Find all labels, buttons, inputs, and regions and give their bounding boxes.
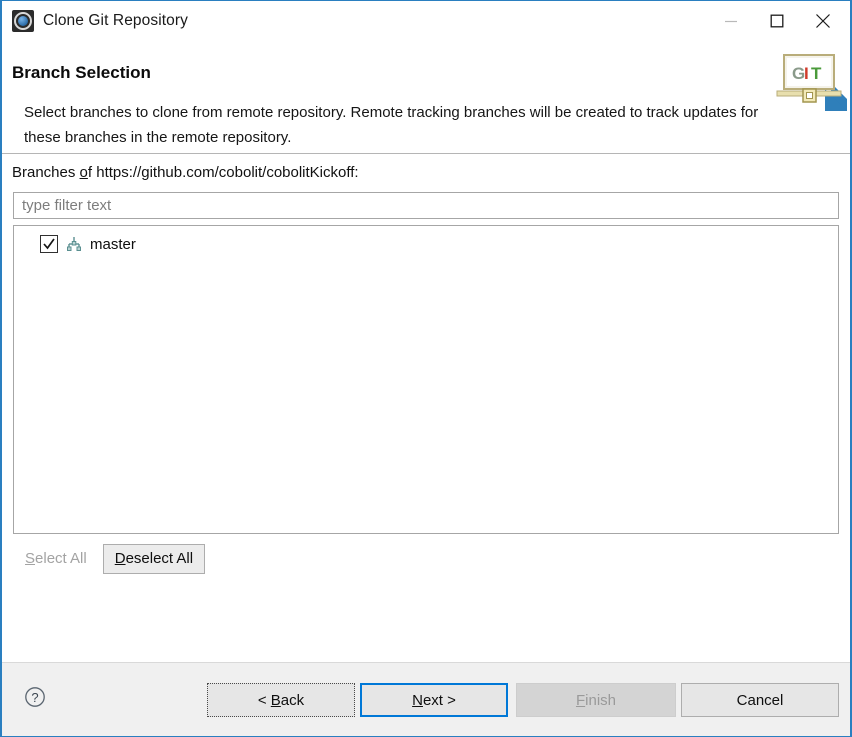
selection-buttons: Select All Deselect All (13, 544, 205, 574)
minimize-icon[interactable] (708, 2, 754, 40)
help-icon[interactable]: ? (24, 686, 46, 708)
back-post: ack (281, 692, 304, 709)
svg-text:?: ? (31, 690, 38, 705)
next-button[interactable]: Next > (360, 683, 508, 717)
wizard-footer: ? < Back Next > Finish Cancel (2, 662, 850, 736)
page-description: Select branches to clone from remote rep… (24, 100, 764, 150)
branches-label: Branches of https://github.com/cobolit/c… (12, 164, 359, 181)
finish-mnemonic: F (576, 692, 585, 709)
deselect-all-mnemonic: D (115, 550, 126, 567)
select-all-rest: elect All (35, 550, 87, 567)
filter-input[interactable] (13, 192, 839, 219)
wizard-header: Branch Selection Select branches to clon… (2, 41, 850, 154)
next-post: ext > (423, 692, 456, 709)
branch-list[interactable]: master (13, 225, 839, 534)
finish-post: inish (585, 692, 616, 709)
git-banner-icon: G I T (775, 49, 847, 111)
close-icon[interactable] (800, 2, 846, 40)
window-title: Clone Git Repository (43, 12, 188, 30)
branch-checkbox[interactable] (40, 235, 58, 253)
clone-git-repository-dialog: Clone Git Repository Branch Selectio (0, 0, 852, 737)
back-pre: < (258, 692, 271, 709)
svg-text:I: I (804, 64, 809, 83)
branches-label-pre: Branches (12, 164, 80, 181)
window-controls (708, 1, 846, 41)
back-button[interactable]: < Back (207, 683, 355, 717)
next-mnemonic: N (412, 692, 423, 709)
select-all-button[interactable]: Select All (13, 544, 99, 574)
back-mnemonic: B (271, 692, 281, 709)
cancel-button[interactable]: Cancel (681, 683, 839, 717)
deselect-all-button[interactable]: Deselect All (103, 544, 205, 574)
branch-name: master (90, 236, 136, 253)
wizard-body: Branches of https://github.com/cobolit/c… (2, 154, 850, 662)
branches-label-post: f https://github.com/cobolit/cobolitKick… (88, 164, 359, 181)
title-bar[interactable]: Clone Git Repository (2, 1, 850, 41)
list-item[interactable]: master (14, 231, 838, 257)
svg-text:T: T (811, 64, 822, 83)
git-branch-icon (66, 236, 82, 252)
maximize-icon[interactable] (754, 2, 800, 40)
page-title: Branch Selection (12, 63, 151, 83)
branches-label-mnemonic: o (80, 164, 88, 181)
eclipse-git-icon (12, 10, 34, 32)
select-all-mnemonic: S (25, 550, 35, 567)
finish-button[interactable]: Finish (516, 683, 676, 717)
deselect-all-rest: eselect All (126, 550, 194, 567)
